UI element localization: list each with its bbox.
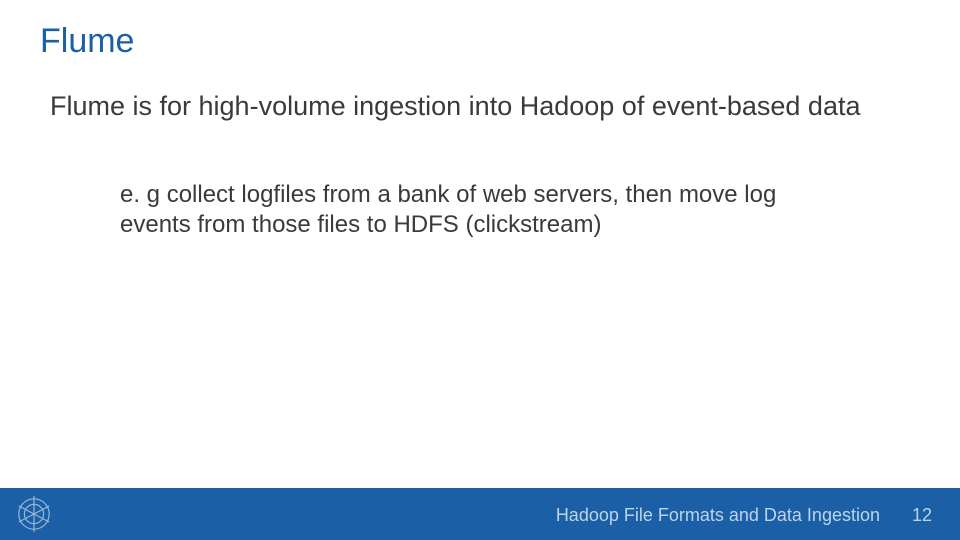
slide-title: Flume: [40, 22, 134, 61]
cern-logo-icon: [14, 494, 54, 534]
slide: Flume Flume is for high-volume ingestion…: [0, 0, 960, 540]
slide-body-text: e. g collect logfiles from a bank of web…: [120, 180, 840, 240]
footer-bar: Hadoop File Formats and Data Ingestion 1…: [0, 488, 960, 540]
page-number: 12: [912, 505, 932, 526]
footer-title: Hadoop File Formats and Data Ingestion: [556, 505, 880, 526]
slide-subtitle: Flume is for high-volume ingestion into …: [50, 90, 910, 124]
